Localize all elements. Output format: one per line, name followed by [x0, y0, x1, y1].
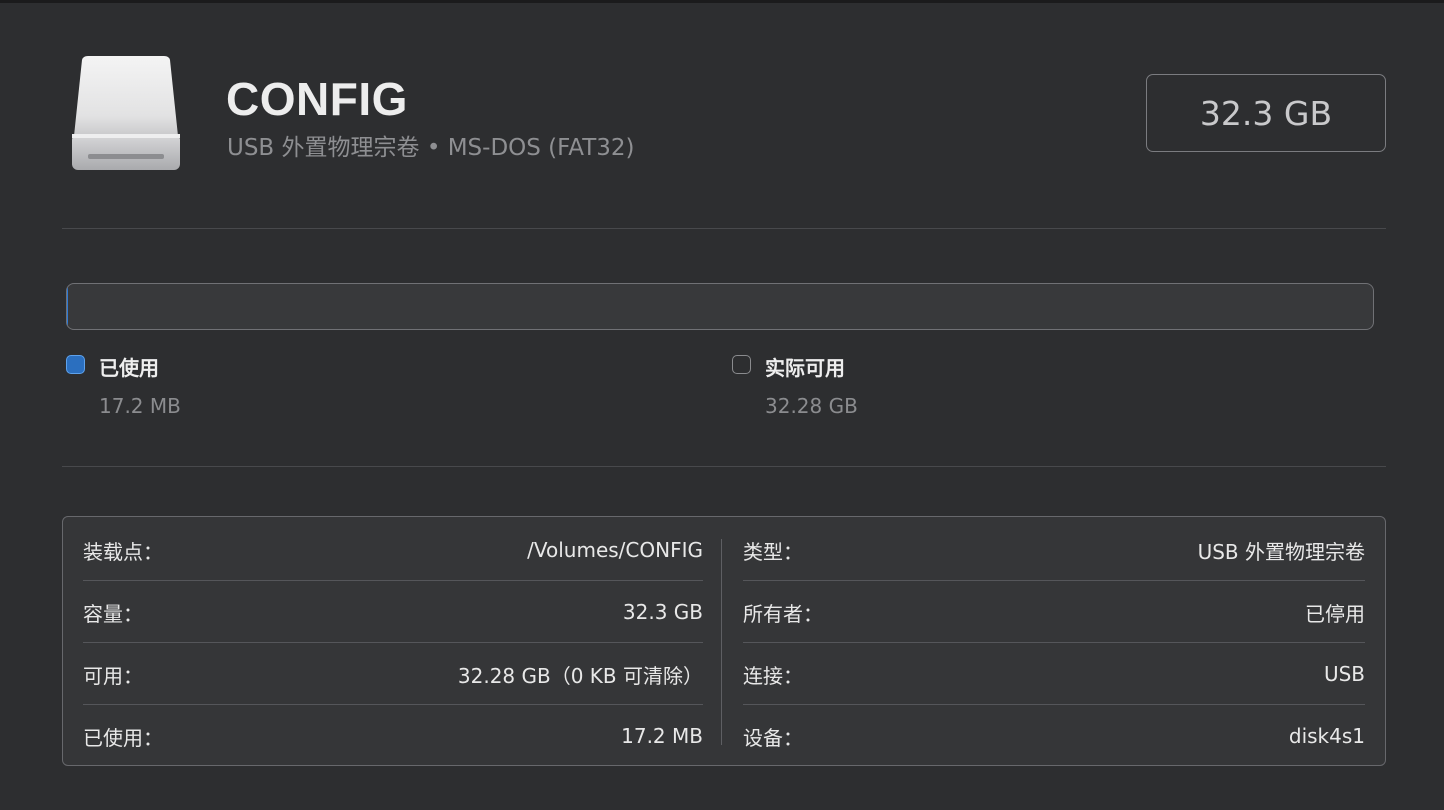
info-value: USB 外置物理宗卷 [1197, 539, 1365, 564]
info-key: 可用： [83, 663, 143, 688]
info-row-available: 可用： 32.28 GB（0 KB 可清除） [83, 643, 703, 705]
info-row-used: 已使用： 17.2 MB [83, 705, 703, 767]
volume-name: CONFIG [226, 73, 408, 125]
usage-bar [66, 283, 1374, 330]
info-row-type: 类型： USB 外置物理宗卷 [743, 519, 1365, 581]
usage-bar-used-fill [67, 284, 68, 329]
used-swatch-icon [66, 355, 85, 374]
column-separator [721, 539, 722, 745]
capacity-badge: 32.3 GB [1146, 74, 1386, 152]
info-value: disk4s1 [1288, 724, 1365, 748]
volume-subtitle: USB 外置物理宗卷 • MS-DOS (FAT32) [227, 135, 635, 161]
info-key: 容量： [83, 601, 143, 626]
legend-used-value: 17.2 MB [99, 394, 181, 418]
info-key: 设备： [743, 725, 803, 750]
info-key: 已使用： [83, 725, 163, 750]
free-swatch-icon [732, 355, 751, 374]
divider-top [62, 228, 1386, 229]
info-key: 连接： [743, 663, 803, 688]
window-top-edge [0, 0, 1444, 3]
info-value: 32.28 GB（0 KB 可清除） [457, 663, 703, 688]
info-value: 已停用 [1305, 601, 1365, 626]
info-row-capacity: 容量： 32.3 GB [83, 581, 703, 643]
legend-used-label: 已使用 [99, 356, 159, 380]
info-value: 17.2 MB [621, 724, 703, 748]
info-row-connection: 连接： USB [743, 643, 1365, 705]
info-row-device: 设备： disk4s1 [743, 705, 1365, 767]
info-row-mount-point: 装载点： /Volumes/CONFIG [83, 519, 703, 581]
info-key: 类型： [743, 539, 803, 564]
info-table: 装载点： /Volumes/CONFIG 容量： 32.3 GB 可用： 32.… [62, 516, 1386, 766]
info-value: /Volumes/CONFIG [527, 538, 703, 562]
info-value: 32.3 GB [622, 600, 703, 624]
info-value: USB [1323, 662, 1365, 686]
legend-free-value: 32.28 GB [765, 394, 858, 418]
external-drive-icon [68, 52, 184, 174]
divider-middle [62, 466, 1386, 467]
info-key: 所有者： [743, 601, 823, 626]
info-key: 装载点： [83, 539, 163, 564]
legend-free-label: 实际可用 [765, 356, 845, 380]
info-row-owners: 所有者： 已停用 [743, 581, 1365, 643]
